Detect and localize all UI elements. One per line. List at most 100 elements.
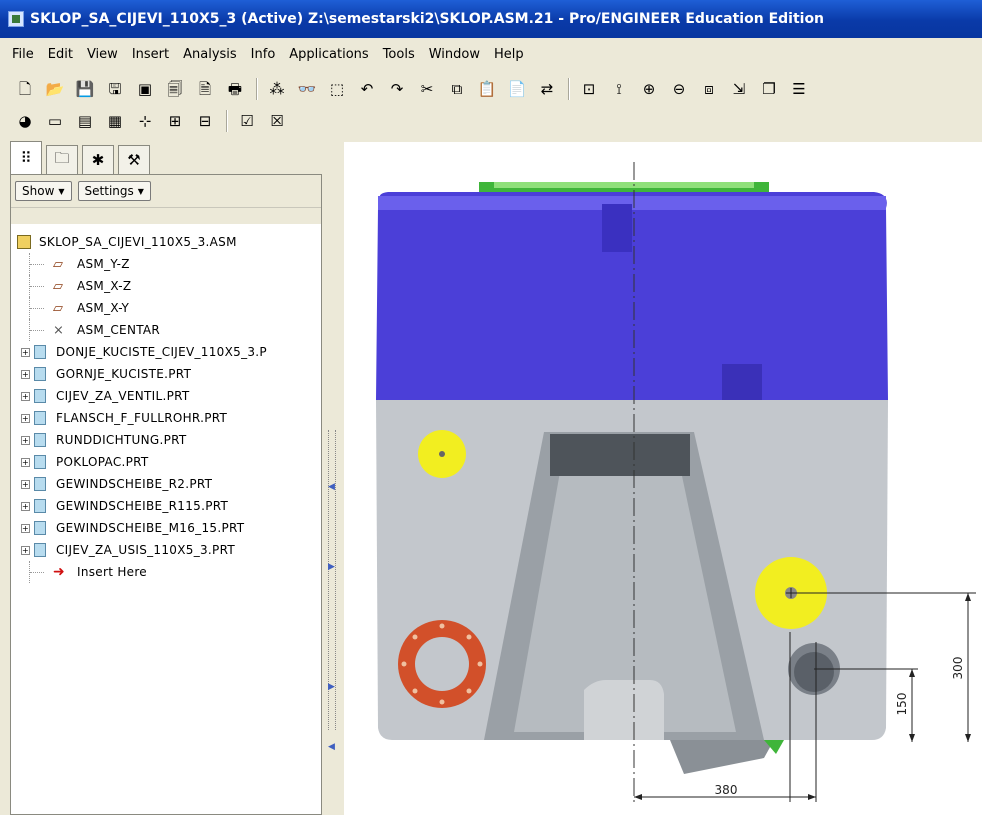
datum-planes-icon[interactable]: ▭ <box>44 110 66 132</box>
tree-item[interactable]: + RUNDDICHTUNG.PRT <box>17 429 317 451</box>
tree-item[interactable]: + DONJE_KUCISTE_CIJEV_110X5_3.P <box>17 341 317 363</box>
menu-insert[interactable]: Insert <box>132 47 169 62</box>
tree-item[interactable]: + CIJEV_ZA_VENTIL.PRT <box>17 385 317 407</box>
paste-special-icon[interactable]: 📄 <box>506 78 528 100</box>
title-bar: SKLOP_SA_CIJEVI_110X5_3 (Active) Z:\seme… <box>0 0 982 38</box>
select-box-icon[interactable]: ⬚ <box>326 78 348 100</box>
part-icon <box>34 345 46 359</box>
expand-icon[interactable]: + <box>21 369 30 379</box>
model-tree-tab-icon[interactable]: ⠿ <box>10 141 42 174</box>
saved-views-icon[interactable]: ❐ <box>758 78 780 100</box>
spin-center-icon[interactable]: ⊡ <box>578 78 600 100</box>
tree-item[interactable]: ⨯ ASM_CENTAR <box>17 319 317 341</box>
tree-item[interactable]: + FLANSCH_F_FULLROHR.PRT <box>17 407 317 429</box>
menu-window[interactable]: Window <box>429 47 480 62</box>
paste-icon[interactable]: 📋 <box>476 78 498 100</box>
tree-item[interactable]: ⏥ ASM_X-Z <box>17 275 317 297</box>
tree-item[interactable]: + GORNJE_KUCISTE.PRT <box>17 363 317 385</box>
zoom-out-icon[interactable]: ⊖ <box>668 78 690 100</box>
redo-icon[interactable]: ↷ <box>386 78 408 100</box>
menu-help[interactable]: Help <box>494 47 524 62</box>
menu-tools[interactable]: Tools <box>383 47 415 62</box>
find-icon[interactable]: 👓 <box>296 78 318 100</box>
expand-icon[interactable]: + <box>21 523 30 533</box>
save-icon[interactable]: 💾 <box>74 78 96 100</box>
dimension-label-300[interactable]: 300 <box>951 657 965 680</box>
menu-info[interactable]: Info <box>251 47 276 62</box>
backup-icon[interactable]: ▣ <box>134 78 156 100</box>
datum-curves-icon[interactable]: ⊞ <box>164 110 186 132</box>
navigator-splitter[interactable]: ◀ ▶ ▶ ◀ <box>322 142 344 815</box>
csys-icon[interactable]: ⊹ <box>134 110 156 132</box>
expand-icon[interactable]: + <box>21 479 30 489</box>
save-as-icon[interactable]: 🖫 <box>104 78 126 100</box>
favorites-tab-icon[interactable]: ✱ <box>82 145 114 174</box>
open-icon[interactable]: 📂 <box>44 78 66 100</box>
layers-icon[interactable]: ☰ <box>788 78 810 100</box>
expand-icon[interactable]: + <box>21 457 30 467</box>
appearance-icon[interactable]: ◕ <box>14 110 36 132</box>
cut-icon[interactable]: ✂ <box>416 78 438 100</box>
erase-icon[interactable]: 🗎 <box>194 78 216 100</box>
folder-browser-tab-icon[interactable]: 🗀 <box>46 145 78 174</box>
expand-icon[interactable]: + <box>21 435 30 445</box>
expand-icon[interactable]: + <box>21 545 30 555</box>
expand-icon[interactable]: + <box>21 347 30 357</box>
collapse-arrow-icon[interactable]: ◀ <box>328 482 335 492</box>
settings-dropdown[interactable]: Settings ▼ <box>77 181 151 201</box>
refit-icon[interactable]: ⧈ <box>698 78 720 100</box>
activate-window-icon[interactable]: ☑ <box>236 110 258 132</box>
menu-view[interactable]: View <box>87 47 118 62</box>
tree-item-label: FLANSCH_F_FULLROHR.PRT <box>56 411 228 425</box>
show-dropdown[interactable]: Show ▼ <box>15 181 72 201</box>
tree-item[interactable]: SKLOP_SA_CIJEVI_110X5_3.ASM <box>17 231 317 253</box>
rename-icon[interactable]: 🗐 <box>164 78 186 100</box>
datum-axes-icon[interactable]: ▤ <box>74 110 96 132</box>
annotations-icon[interactable]: ⊟ <box>194 110 216 132</box>
menu-applications[interactable]: Applications <box>289 47 368 62</box>
model-view[interactable]: 380 150 300 <box>344 142 982 815</box>
copy-icon[interactable]: ⧉ <box>446 78 468 100</box>
dimension-label-380[interactable]: 380 <box>715 783 738 797</box>
tree-item[interactable]: + GEWINDSCHEIBE_R115.PRT <box>17 495 317 517</box>
zoom-in-icon[interactable]: ⊕ <box>638 78 660 100</box>
menu-file[interactable]: File <box>12 47 34 62</box>
datum-plane-icon: ⏥ <box>53 278 64 294</box>
csys-icon: ⨯ <box>53 322 65 338</box>
tree-item[interactable]: ⏥ ASM_Y-Z <box>17 253 317 275</box>
tree-item[interactable]: + POKLOPAC.PRT <box>17 451 317 473</box>
datum-plane-icon: ⏥ <box>53 256 64 272</box>
tree-item[interactable]: ⏥ ASM_X-Y <box>17 297 317 319</box>
collapse-arrow-icon[interactable]: ◀ <box>328 742 335 752</box>
menu-analysis[interactable]: Analysis <box>183 47 237 62</box>
expand-icon[interactable]: + <box>21 501 30 511</box>
menu-edit[interactable]: Edit <box>48 47 73 62</box>
reorient-icon[interactable]: ⇲ <box>728 78 750 100</box>
app-icon[interactable] <box>8 11 24 27</box>
expand-arrow-icon[interactable]: ▶ <box>328 562 335 572</box>
new-icon[interactable]: 🗋 <box>14 78 36 100</box>
close-window-icon[interactable]: ☒ <box>266 110 288 132</box>
connections-tab-icon[interactable]: ⚒ <box>118 145 150 174</box>
tree-item-label: RUNDDICHTUNG.PRT <box>56 433 187 447</box>
tree-item[interactable]: + GEWINDSCHEIBE_R2.PRT <box>17 473 317 495</box>
expand-arrow-icon[interactable]: ▶ <box>328 682 335 692</box>
tree-item[interactable]: ➜ Insert Here <box>17 561 317 583</box>
switch-icon[interactable]: ⇄ <box>536 78 558 100</box>
print-icon[interactable]: 🖶 <box>224 78 246 100</box>
datum-points-icon[interactable]: ▦ <box>104 110 126 132</box>
regenerate-icon[interactable]: ⁂ <box>266 78 288 100</box>
undo-icon[interactable]: ↶ <box>356 78 378 100</box>
part-icon <box>34 433 46 447</box>
outlet-hole-inner <box>794 652 834 692</box>
dimension-label-150[interactable]: 150 <box>895 693 909 716</box>
graphics-window[interactable]: 380 150 300 <box>344 142 982 815</box>
expand-icon[interactable]: + <box>21 391 30 401</box>
tree-item-label: CIJEV_ZA_USIS_110X5_3.PRT <box>56 543 235 557</box>
tree-item-label: SKLOP_SA_CIJEVI_110X5_3.ASM <box>39 235 237 249</box>
expand-icon[interactable]: + <box>21 413 30 423</box>
orient-icon[interactable]: ⟟ <box>608 78 630 100</box>
chevron-down-icon: ▼ <box>58 186 65 196</box>
tree-item[interactable]: + GEWINDSCHEIBE_M16_15.PRT <box>17 517 317 539</box>
tree-item[interactable]: + CIJEV_ZA_USIS_110X5_3.PRT <box>17 539 317 561</box>
